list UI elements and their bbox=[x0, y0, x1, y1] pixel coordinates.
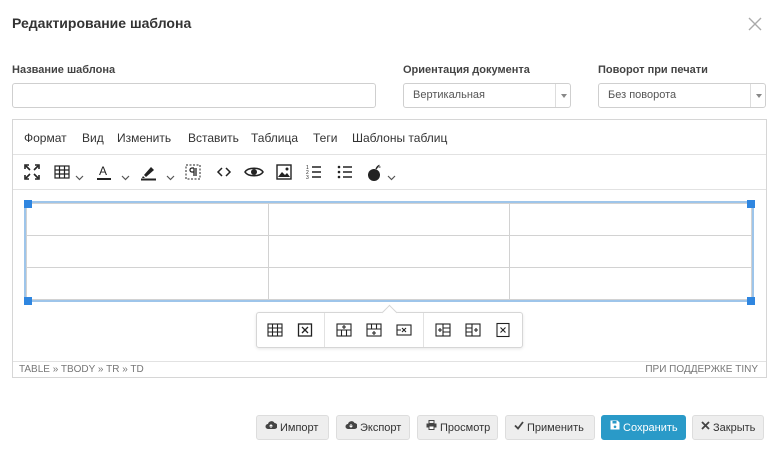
editor-content-area[interactable] bbox=[13, 190, 766, 361]
text-color-icon[interactable]: A bbox=[96, 164, 112, 182]
preview-label: Просмотр bbox=[440, 422, 491, 434]
close-label: Закрыть bbox=[713, 422, 756, 434]
preview-icon[interactable] bbox=[244, 164, 264, 182]
export-button[interactable]: Экспорт bbox=[336, 415, 410, 440]
menu-tags[interactable]: Теги bbox=[313, 131, 337, 145]
bomb-icon[interactable] bbox=[366, 164, 383, 182]
table-properties-icon[interactable] bbox=[267, 322, 283, 338]
check-icon bbox=[514, 415, 524, 440]
cloud-download-icon bbox=[345, 415, 358, 440]
highlight-icon[interactable] bbox=[140, 164, 157, 182]
apply-button[interactable]: Применить bbox=[505, 415, 595, 440]
export-label: Экспорт bbox=[360, 422, 402, 434]
source-code-icon[interactable] bbox=[216, 164, 232, 182]
table-cell[interactable] bbox=[26, 267, 269, 300]
editor-table[interactable] bbox=[24, 201, 754, 302]
table-row bbox=[26, 203, 752, 236]
delete-row-icon[interactable] bbox=[396, 322, 412, 338]
table-cell[interactable] bbox=[267, 267, 511, 300]
chevron-down-icon[interactable] bbox=[750, 84, 765, 107]
toolbar-divider bbox=[423, 313, 424, 347]
image-icon[interactable] bbox=[276, 164, 292, 182]
table-cell[interactable] bbox=[509, 235, 752, 268]
row-insert-after-icon[interactable] bbox=[366, 322, 382, 338]
template-name-label: Название шаблона bbox=[12, 64, 116, 76]
menu-insert[interactable]: Вставить bbox=[188, 131, 239, 145]
save-button[interactable]: Сохранить bbox=[601, 415, 686, 440]
table-cell[interactable] bbox=[26, 203, 269, 236]
svg-text:A: A bbox=[99, 164, 107, 178]
delete-col-icon[interactable] bbox=[495, 322, 511, 338]
menu-table-templates[interactable]: Шаблоны таблиц bbox=[352, 131, 447, 145]
apply-label: Применить bbox=[527, 422, 584, 434]
table-cell[interactable] bbox=[26, 235, 269, 268]
col-insert-before-icon[interactable] bbox=[435, 322, 451, 338]
table-icon[interactable] bbox=[54, 164, 70, 182]
orientation-value: Вертикальная bbox=[413, 89, 485, 101]
element-path[interactable]: TABLE » TBODY » TR » TD bbox=[19, 364, 144, 375]
resize-handle-top-left[interactable] bbox=[24, 200, 32, 208]
chevron-down-icon[interactable] bbox=[555, 84, 570, 107]
svg-text:3: 3 bbox=[306, 175, 309, 180]
rich-text-editor: Формат Вид Изменить Вставить Таблица Тег… bbox=[12, 119, 767, 378]
table-cell[interactable] bbox=[509, 203, 752, 236]
menu-format[interactable]: Формат bbox=[24, 131, 67, 145]
bullet-list-icon[interactable] bbox=[337, 164, 353, 182]
import-label: Импорт bbox=[280, 422, 319, 434]
template-name-input[interactable] bbox=[12, 83, 376, 108]
editor-toolbar: A 123 bbox=[13, 155, 766, 190]
print-icon bbox=[426, 415, 437, 440]
orientation-label: Ориентация документа bbox=[403, 64, 530, 76]
table-cell[interactable] bbox=[267, 235, 511, 268]
show-blocks-icon[interactable] bbox=[185, 164, 201, 182]
table-cell[interactable] bbox=[509, 267, 752, 300]
close-button[interactable]: Закрыть bbox=[692, 415, 764, 440]
table-row bbox=[26, 235, 752, 268]
chevron-down-icon[interactable] bbox=[75, 168, 84, 186]
delete-table-icon[interactable] bbox=[297, 322, 313, 338]
table-row bbox=[26, 267, 752, 300]
close-icon bbox=[701, 415, 710, 440]
menu-view[interactable]: Вид bbox=[82, 131, 104, 145]
toolbar-divider bbox=[324, 313, 325, 347]
save-label: Сохранить bbox=[623, 422, 678, 434]
menu-edit[interactable]: Изменить bbox=[117, 131, 171, 145]
template-edit-dialog: Редактирование шаблона Название шаблона … bbox=[0, 0, 780, 457]
resize-handle-bottom-left[interactable] bbox=[24, 297, 32, 305]
table-cell[interactable] bbox=[267, 203, 511, 236]
resize-handle-bottom-right[interactable] bbox=[747, 297, 755, 305]
chevron-down-icon[interactable] bbox=[166, 168, 175, 186]
rotation-label: Поворот при печати bbox=[598, 64, 708, 76]
floppy-disk-icon bbox=[610, 415, 620, 440]
chevron-down-icon[interactable] bbox=[387, 168, 396, 186]
dialog-title: Редактирование шаблона bbox=[12, 15, 192, 31]
fullscreen-icon[interactable] bbox=[24, 164, 40, 182]
editor-menubar: Формат Вид Изменить Вставить Таблица Тег… bbox=[13, 120, 766, 155]
chevron-down-icon[interactable] bbox=[121, 168, 130, 186]
cloud-upload-icon bbox=[265, 415, 278, 440]
close-icon[interactable] bbox=[747, 16, 763, 32]
rotation-select[interactable]: Без поворота bbox=[598, 83, 766, 108]
preview-button[interactable]: Просмотр bbox=[417, 415, 498, 440]
col-insert-after-icon[interactable] bbox=[465, 322, 481, 338]
numbered-list-icon[interactable]: 123 bbox=[306, 164, 322, 182]
orientation-select[interactable]: Вертикальная bbox=[403, 83, 571, 108]
resize-handle-top-right[interactable] bbox=[747, 200, 755, 208]
menu-table[interactable]: Таблица bbox=[251, 131, 298, 145]
rotation-value: Без поворота bbox=[608, 89, 677, 101]
import-button[interactable]: Импорт bbox=[256, 415, 329, 440]
powered-by-link[interactable]: ПРИ ПОДДЕРЖКЕ TINY bbox=[645, 364, 758, 375]
editor-statusbar: TABLE » TBODY » TR » TD ПРИ ПОДДЕРЖКЕ TI… bbox=[13, 361, 766, 377]
row-insert-before-icon[interactable] bbox=[336, 322, 352, 338]
table-context-toolbar bbox=[256, 312, 523, 348]
